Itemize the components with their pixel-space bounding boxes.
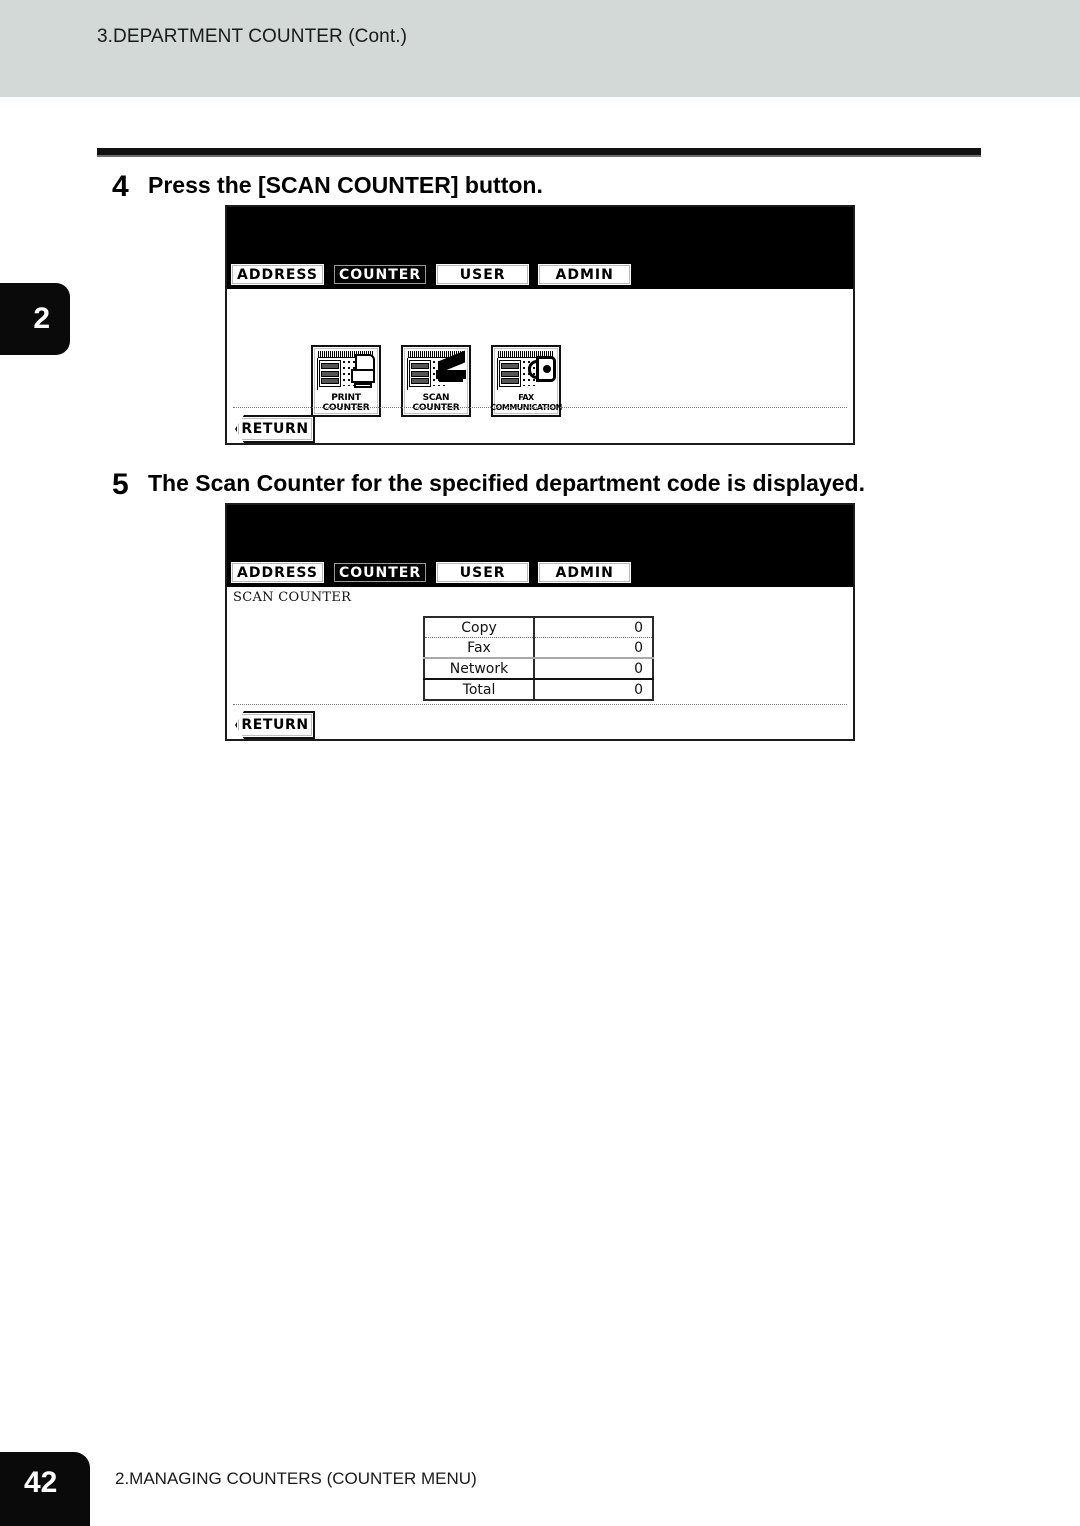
tab-user[interactable]: USER <box>434 560 532 585</box>
row-value-network: 0 <box>534 658 653 680</box>
running-header-band <box>0 0 1080 97</box>
screenshot-scan-counter: ADDRESS COUNTER USER ADMIN SCAN COUNTER … <box>225 503 855 741</box>
scan-counter-table: Copy 0 Fax 0 Network 0 Total 0 <box>423 616 654 701</box>
step-5-number: 5 <box>112 468 129 501</box>
running-header-title: 3.DEPARTMENT COUNTER (Cont.) <box>97 26 408 47</box>
tab-user[interactable]: USER <box>434 262 532 287</box>
lcd-divider-2 <box>233 704 847 705</box>
print-counter-label: PRINT COUNTER <box>322 393 370 413</box>
row-value-total: 0 <box>634 681 643 698</box>
table-row: Fax 0 <box>424 637 653 659</box>
lcd-body-1: PRINT COUNTER SCAN COUNTER FAX COMMUNICA… <box>227 289 853 443</box>
lcd-tabs-1: ADDRESS COUNTER USER ADMIN <box>229 262 634 287</box>
fax-communication-label: FAX COMMUNICATION <box>490 393 562 412</box>
row-value-copy: 0 <box>534 617 653 638</box>
scan-counter-label: SCAN COUNTER <box>412 393 460 413</box>
chapter-number: 2 <box>33 302 50 335</box>
scan-counter-icon <box>406 350 466 392</box>
tab-counter[interactable]: COUNTER <box>331 560 430 585</box>
step-4-text: Press the [SCAN COUNTER] button. <box>148 172 543 198</box>
table-row: Network 0 <box>424 658 653 680</box>
footer-title: 2.MANAGING COUNTERS (COUNTER MENU) <box>115 1469 477 1488</box>
scan-counter-caption: SCAN COUNTER <box>233 590 352 605</box>
step-4-number: 4 <box>112 170 129 203</box>
return-button-1[interactable]: RETURN <box>235 415 315 443</box>
lcd-divider-1 <box>233 407 847 408</box>
tab-admin[interactable]: ADMIN <box>536 262 634 287</box>
tab-address[interactable]: ADDRESS <box>229 262 326 287</box>
table-row: Copy 0 <box>424 617 653 638</box>
tab-admin[interactable]: ADMIN <box>536 560 634 585</box>
table-row: Total 0 <box>424 679 653 700</box>
lcd-titlebar-2: ADDRESS COUNTER USER ADMIN <box>227 505 853 587</box>
screenshot-counter-menu: ADDRESS COUNTER USER ADMIN PRINT COUNTER… <box>225 205 855 445</box>
tab-address[interactable]: ADDRESS <box>229 560 326 585</box>
step-5-text: The Scan Counter for the specified depar… <box>148 470 865 496</box>
lcd-body-2: SCAN COUNTER Copy 0 Fax 0 Network 0 Tota… <box>227 587 853 739</box>
row-label-total: Total <box>424 679 535 700</box>
row-label-fax: Fax <box>424 637 535 659</box>
return-button-2[interactable]: RETURN <box>235 711 315 739</box>
fax-communication-icon <box>496 350 556 392</box>
row-label-network: Network <box>424 658 535 680</box>
print-counter-icon <box>316 350 376 392</box>
chapter-thumb-tab: 2 <box>0 283 70 355</box>
lcd-titlebar-1: ADDRESS COUNTER USER ADMIN <box>227 207 853 289</box>
row-value-fax: 0 <box>534 637 653 659</box>
row-label-copy: Copy <box>424 617 535 638</box>
step-4-rule <box>97 148 981 157</box>
tab-counter[interactable]: COUNTER <box>331 262 430 287</box>
lcd-tabs-2: ADDRESS COUNTER USER ADMIN <box>229 560 634 585</box>
page-number: 42 <box>24 1466 58 1499</box>
page-number-tab: 42 <box>0 1452 90 1526</box>
